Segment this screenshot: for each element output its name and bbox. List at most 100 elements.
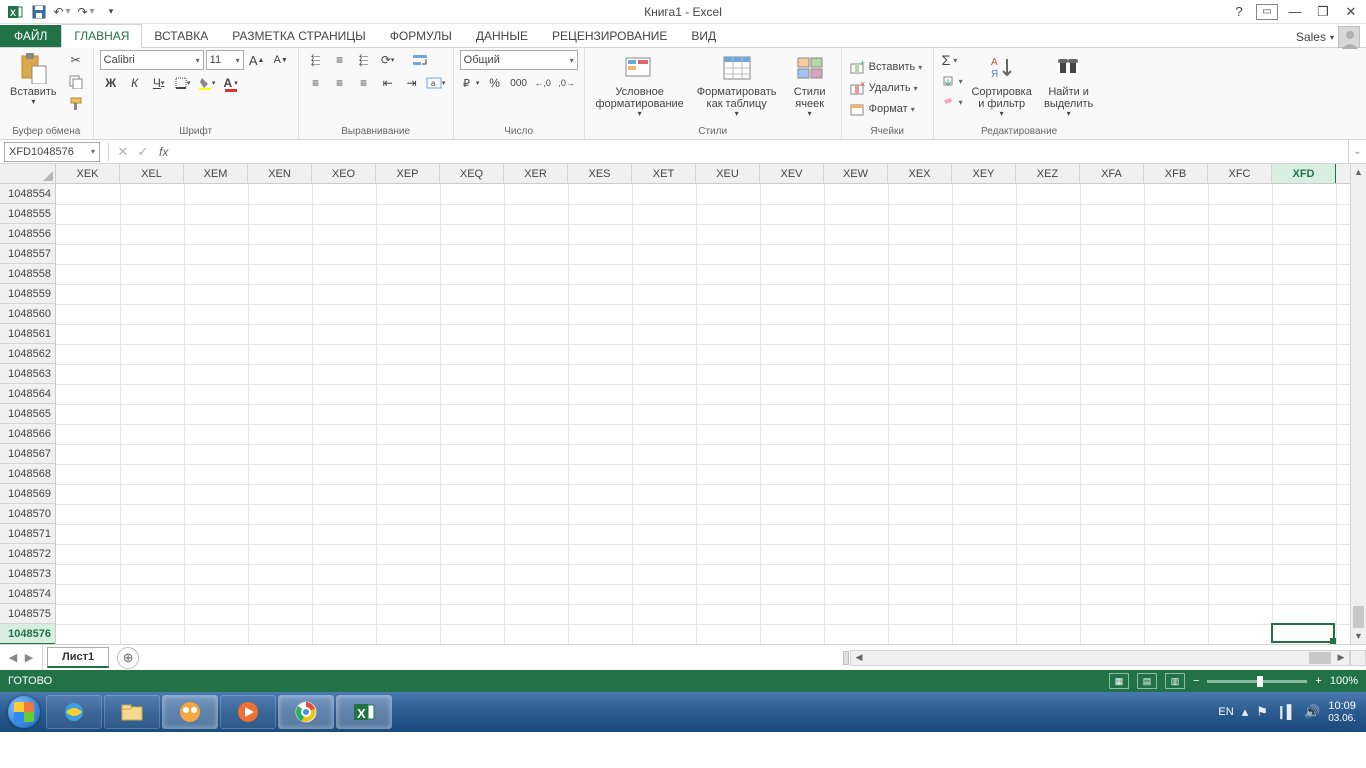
increase-indent-button[interactable]: ⇥ xyxy=(401,73,423,93)
excel-icon[interactable]: X xyxy=(4,1,26,23)
underline-button[interactable]: Ч▾ xyxy=(148,73,170,93)
zoom-in-button[interactable]: + xyxy=(1315,675,1321,687)
cell-styles-button[interactable]: Стили ячеек▾ xyxy=(785,50,835,121)
column-header[interactable]: XEN xyxy=(248,164,312,183)
column-header[interactable]: XEQ xyxy=(440,164,504,183)
tray-lang[interactable]: EN xyxy=(1218,706,1233,718)
insert-cells-button[interactable]: +Вставить▾ xyxy=(848,57,925,77)
close-button[interactable]: ✕ xyxy=(1340,4,1362,20)
format-as-table-button[interactable]: Форматировать как таблицу▾ xyxy=(693,50,781,121)
scroll-left-icon[interactable]: ◀ xyxy=(851,652,867,663)
font-name-combo[interactable]: Calibri▾ xyxy=(100,50,204,70)
format-cells-button[interactable]: Формат▾ xyxy=(848,99,917,119)
row-header[interactable]: 1048560 xyxy=(0,304,55,324)
clear-button[interactable]: ▾ xyxy=(940,92,965,112)
row-header[interactable]: 1048570 xyxy=(0,504,55,524)
bold-button[interactable]: Ж xyxy=(100,73,122,93)
align-center-button[interactable]: ≡ xyxy=(329,73,351,93)
column-header[interactable]: XER xyxy=(504,164,568,183)
taskbar-ie[interactable] xyxy=(46,695,102,729)
decrease-font-button[interactable]: A▼ xyxy=(270,50,292,70)
taskbar-excel[interactable]: X xyxy=(336,695,392,729)
align-bottom-button[interactable]: ⬱ xyxy=(353,50,375,70)
horizontal-scrollbar[interactable]: ◀ ▶ xyxy=(850,650,1350,666)
page-break-view-button[interactable]: ▥ xyxy=(1165,673,1185,689)
row-header[interactable]: 1048575 xyxy=(0,604,55,624)
format-painter-button[interactable] xyxy=(65,94,87,114)
row-header[interactable]: 1048576 xyxy=(0,624,55,644)
column-header[interactable]: XEK xyxy=(56,164,120,183)
merge-center-button[interactable]: a▾ xyxy=(425,73,447,93)
redo-button[interactable]: ↷▾ xyxy=(76,1,98,23)
tray-network-icon[interactable]: ❙▌ xyxy=(1276,704,1296,720)
start-button[interactable] xyxy=(4,695,44,729)
row-header[interactable]: 1048558 xyxy=(0,264,55,284)
font-color-button[interactable]: A▾ xyxy=(220,73,242,93)
row-header[interactable]: 1048564 xyxy=(0,384,55,404)
taskbar-media-player[interactable] xyxy=(220,695,276,729)
align-left-button[interactable]: ≡ xyxy=(305,73,327,93)
column-header[interactable]: XEO xyxy=(312,164,376,183)
row-header[interactable]: 1048568 xyxy=(0,464,55,484)
comma-style-button[interactable]: 000 xyxy=(508,73,530,93)
zoom-out-button[interactable]: − xyxy=(1193,675,1199,687)
sheet-tab[interactable]: Лист1 xyxy=(47,647,109,668)
wrap-text-button[interactable] xyxy=(409,50,431,70)
fill-color-button[interactable]: ▾ xyxy=(196,73,218,93)
undo-button[interactable]: ↶▾ xyxy=(52,1,74,23)
tab-insert[interactable]: ВСТАВКА xyxy=(142,25,220,47)
font-size-combo[interactable]: 11▾ xyxy=(206,50,244,70)
conditional-formatting-button[interactable]: Условное форматирование▾ xyxy=(591,50,689,121)
find-select-button[interactable]: Найти и выделить▾ xyxy=(1039,50,1099,121)
row-header[interactable]: 1048562 xyxy=(0,344,55,364)
tab-data[interactable]: ДАННЫЕ xyxy=(464,25,540,47)
row-header[interactable]: 1048566 xyxy=(0,424,55,444)
column-header[interactable]: XEU xyxy=(696,164,760,183)
delete-cells-button[interactable]: ×Удалить▾ xyxy=(848,78,920,98)
decrease-indent-button[interactable]: ⇤ xyxy=(377,73,399,93)
formula-input[interactable] xyxy=(174,142,1348,162)
row-header[interactable]: 1048567 xyxy=(0,444,55,464)
row-header[interactable]: 1048569 xyxy=(0,484,55,504)
column-header[interactable]: XEW xyxy=(824,164,888,183)
percent-button[interactable]: % xyxy=(484,73,506,93)
tray-volume-icon[interactable]: 🔊 xyxy=(1304,704,1320,720)
split-handle[interactable] xyxy=(1350,650,1366,666)
scroll-thumb[interactable] xyxy=(1353,606,1364,628)
column-header[interactable]: XFC xyxy=(1208,164,1272,183)
align-right-button[interactable]: ≡ xyxy=(353,73,375,93)
tray-show-hidden-icon[interactable]: ▴ xyxy=(1242,704,1249,720)
cut-button[interactable]: ✂ xyxy=(65,50,87,70)
increase-decimal-button[interactable]: ←,0 xyxy=(532,73,554,93)
align-middle-button[interactable]: ≡ xyxy=(329,50,351,70)
column-header[interactable]: XES xyxy=(568,164,632,183)
taskbar-app1[interactable] xyxy=(162,695,218,729)
row-header[interactable]: 1048561 xyxy=(0,324,55,344)
decrease-decimal-button[interactable]: ,0→ xyxy=(556,73,578,93)
sheet-nav[interactable]: ◀▶ xyxy=(0,645,43,670)
column-header[interactable]: XEX xyxy=(888,164,952,183)
help-button[interactable]: ? xyxy=(1228,4,1250,19)
page-layout-view-button[interactable]: ▤ xyxy=(1137,673,1157,689)
number-format-combo[interactable]: Общий▾ xyxy=(460,50,578,70)
fx-icon[interactable]: fx xyxy=(159,145,168,159)
column-header[interactable]: XEY xyxy=(952,164,1016,183)
scroll-up-icon[interactable]: ▲ xyxy=(1351,164,1366,180)
scroll-down-icon[interactable]: ▼ xyxy=(1351,628,1366,644)
tab-home[interactable]: ГЛАВНАЯ xyxy=(61,24,142,48)
column-header[interactable]: XFB xyxy=(1144,164,1208,183)
row-header[interactable]: 1048573 xyxy=(0,564,55,584)
tab-review[interactable]: РЕЦЕНЗИРОВАНИЕ xyxy=(540,25,679,47)
border-button[interactable]: ▾ xyxy=(172,73,194,93)
increase-font-button[interactable]: A▲ xyxy=(246,50,268,70)
new-sheet-button[interactable]: ⊕ xyxy=(117,647,139,669)
name-box[interactable]: XFD1048576▾ xyxy=(4,142,100,162)
sort-filter-button[interactable]: АЯ Сортировка и фильтр▾ xyxy=(969,50,1035,121)
normal-view-button[interactable]: ▦ xyxy=(1109,673,1129,689)
row-header[interactable]: 1048565 xyxy=(0,404,55,424)
tray-clock[interactable]: 10:09 03.06. xyxy=(1328,700,1356,723)
row-header[interactable]: 1048556 xyxy=(0,224,55,244)
ribbon-display-button[interactable]: ▭ xyxy=(1256,4,1278,20)
vertical-scrollbar[interactable]: ▲ ▼ xyxy=(1350,164,1366,644)
column-header[interactable]: XFA xyxy=(1080,164,1144,183)
